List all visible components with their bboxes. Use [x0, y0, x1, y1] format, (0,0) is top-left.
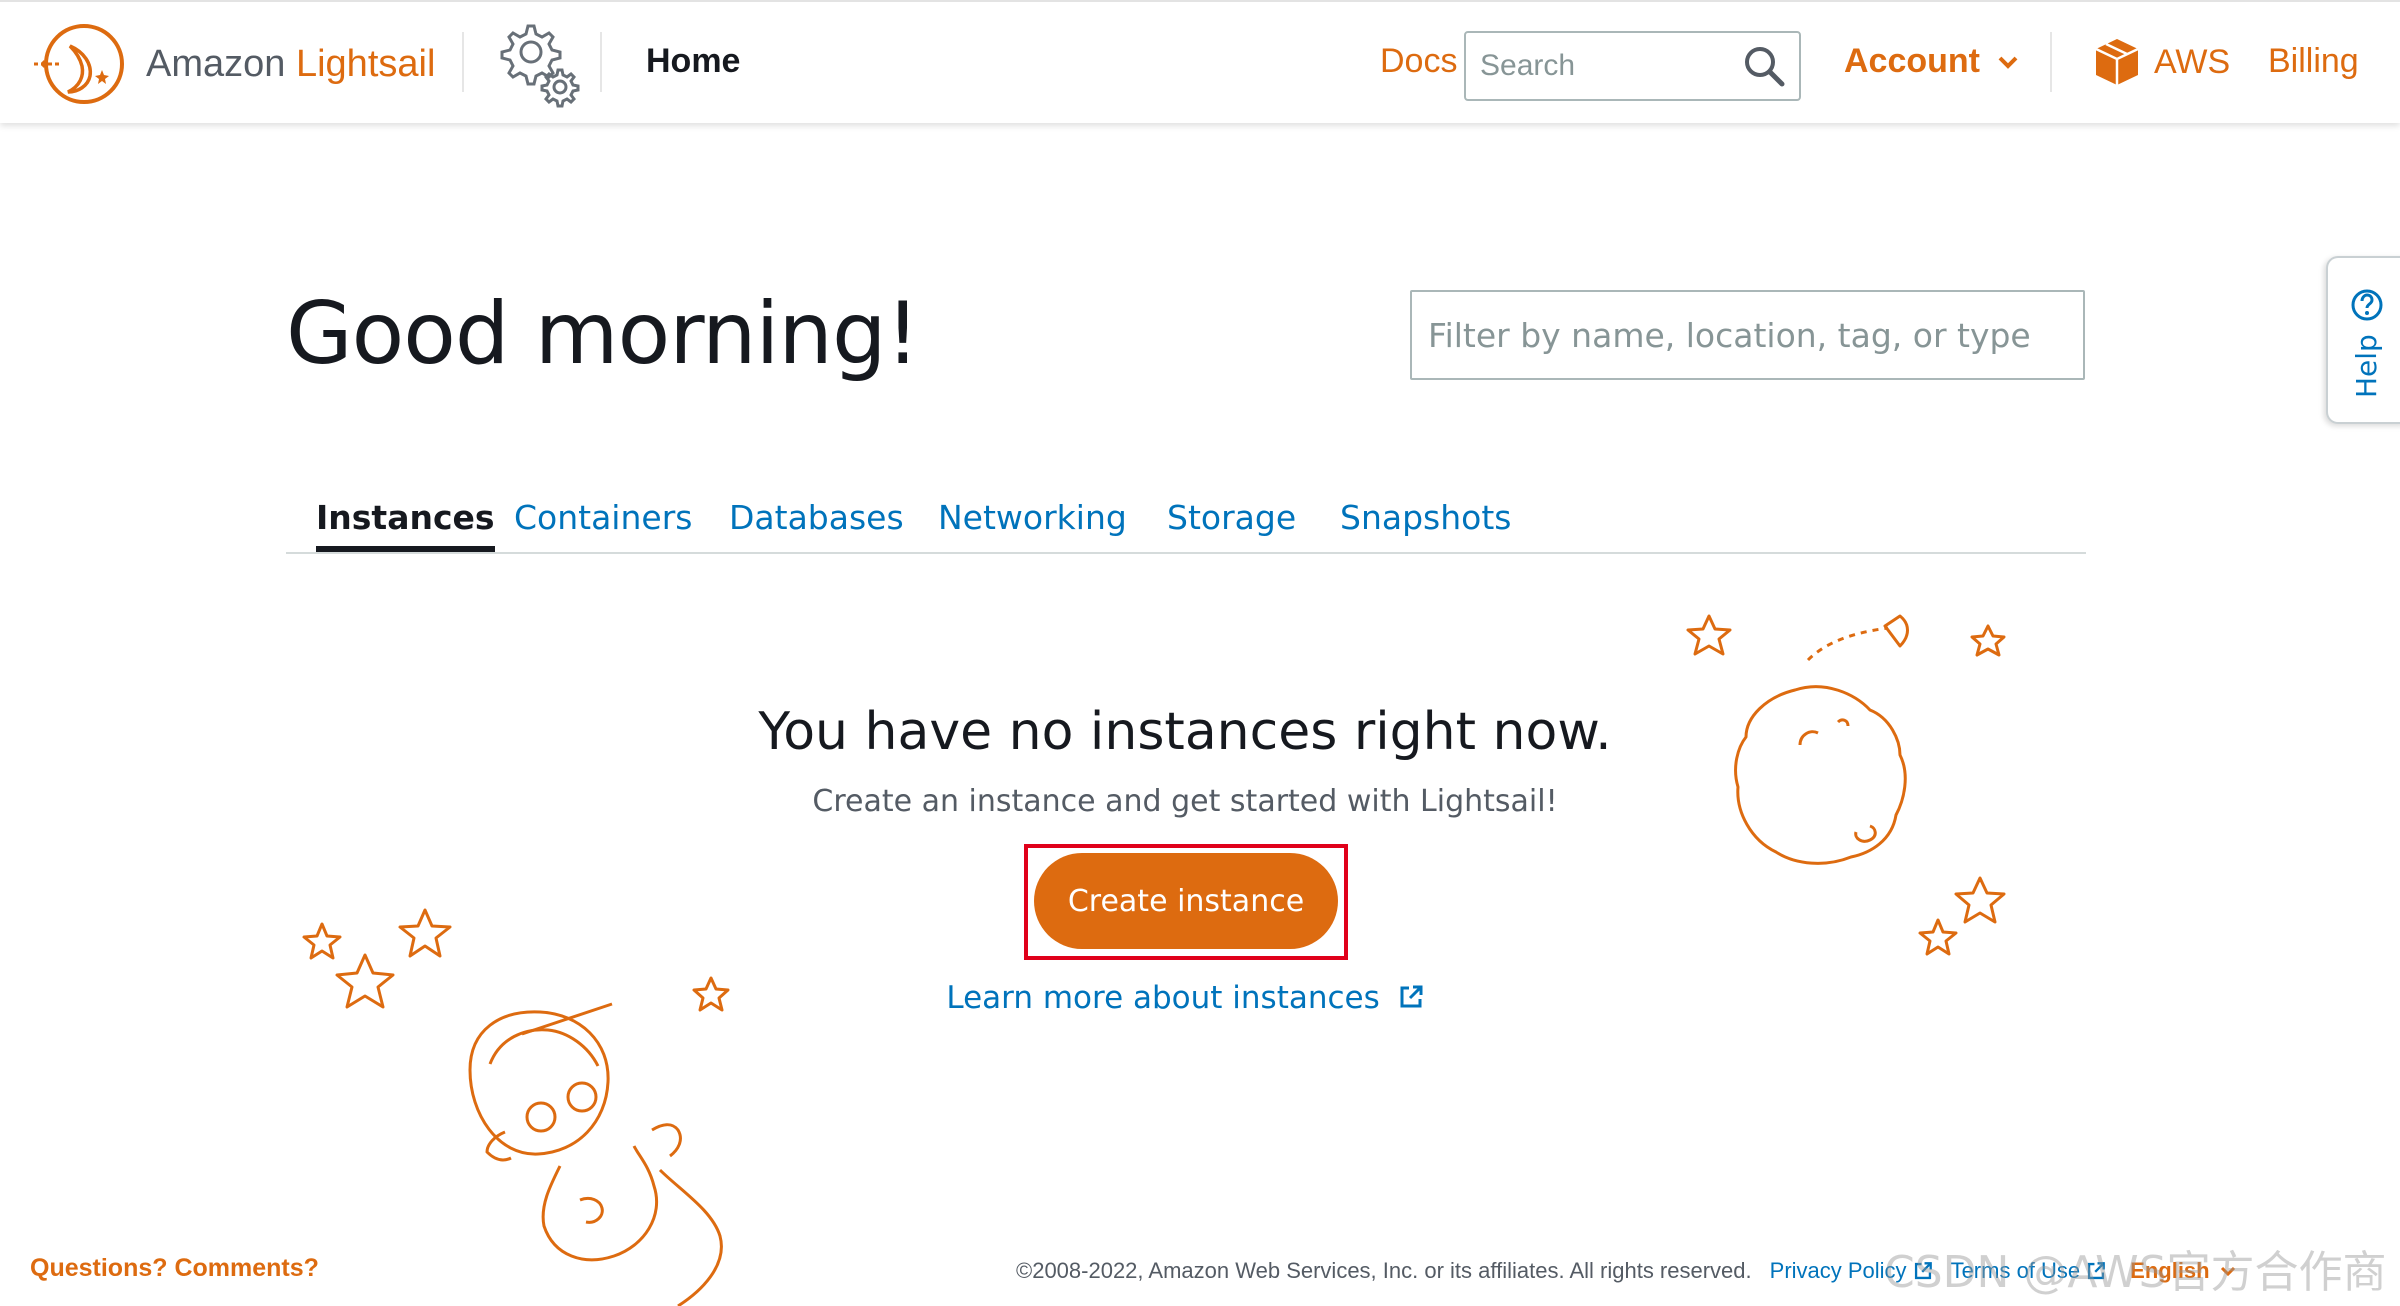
star-icon	[1954, 876, 2006, 924]
empty-state-title: You have no instances right now.	[758, 702, 1612, 762]
greeting-heading: Good morning!	[286, 284, 920, 384]
external-link-icon	[1914, 1262, 1932, 1280]
divider	[2050, 32, 2052, 92]
space-illustration	[302, 614, 2006, 1306]
account-menu[interactable]: Account	[1844, 42, 2022, 81]
help-label: Help	[2350, 334, 2383, 398]
footer-legal: ©2008-2022, Amazon Web Services, Inc. or…	[1016, 1258, 2238, 1284]
top-nav: Amazon Lightsail Home Docs Account A	[0, 0, 2400, 123]
star-icon	[1970, 624, 2006, 657]
help-question-icon	[2351, 289, 2383, 321]
tab-instances[interactable]: Instances	[316, 498, 495, 552]
language-selector[interactable]: English	[2130, 1258, 2237, 1284]
lightsail-logo-icon	[34, 24, 124, 104]
learn-more-instances-link[interactable]: Learn more about instances	[0, 980, 2370, 1016]
divider	[600, 32, 602, 92]
billing-link[interactable]: Billing	[2268, 42, 2359, 81]
search-input[interactable]	[1466, 33, 1731, 99]
star-icon	[302, 922, 342, 960]
create-instance-button[interactable]: Create instance	[1034, 853, 1338, 949]
header-search	[1464, 31, 1801, 101]
resource-filter-input[interactable]	[1410, 290, 2085, 380]
aws-console-link[interactable]: AWS	[2094, 37, 2230, 87]
resource-tabs: Instances Containers Databases Networkin…	[286, 490, 2086, 554]
tab-storage[interactable]: Storage	[1167, 498, 1296, 537]
divider	[462, 32, 464, 92]
privacy-policy-link[interactable]: Privacy Policy	[1770, 1258, 1933, 1284]
chevron-down-icon	[1998, 56, 2018, 69]
questions-comments-link[interactable]: Questions? Comments?	[30, 1254, 319, 1283]
tab-containers[interactable]: Containers	[514, 498, 692, 537]
robot-icon	[468, 1010, 610, 1156]
empty-state-subtitle: Create an instance and get started with …	[812, 784, 1558, 819]
copyright-text: ©2008-2022, Amazon Web Services, Inc. or…	[1016, 1258, 1752, 1283]
tab-databases[interactable]: Databases	[729, 498, 904, 537]
account-label: Account	[1844, 42, 1980, 80]
lightsail-logo[interactable]: Amazon Lightsail	[30, 22, 435, 106]
tab-networking[interactable]: Networking	[938, 498, 1127, 537]
aws-label: AWS	[2154, 42, 2231, 81]
star-icon	[398, 908, 452, 958]
help-panel-tab[interactable]: Help	[2326, 256, 2400, 424]
terms-of-use-link[interactable]: Terms of Use	[1951, 1258, 2107, 1284]
external-link-icon	[2088, 1262, 2106, 1280]
external-link-icon	[1400, 985, 1423, 1008]
search-icon[interactable]	[1743, 45, 1785, 87]
tab-snapshots[interactable]: Snapshots	[1340, 498, 1511, 537]
aws-cube-icon	[2095, 39, 2139, 85]
page-title: Home	[646, 42, 741, 80]
settings-gear-icon[interactable]	[488, 18, 584, 110]
chevron-down-icon	[2220, 1266, 2235, 1277]
learn-more-label: Learn more about instances	[946, 980, 1380, 1016]
docs-link[interactable]: Docs	[1380, 42, 1457, 81]
star-icon	[1918, 918, 1958, 956]
brand-name: Amazon Lightsail	[146, 42, 436, 85]
star-icon	[1686, 614, 1732, 656]
